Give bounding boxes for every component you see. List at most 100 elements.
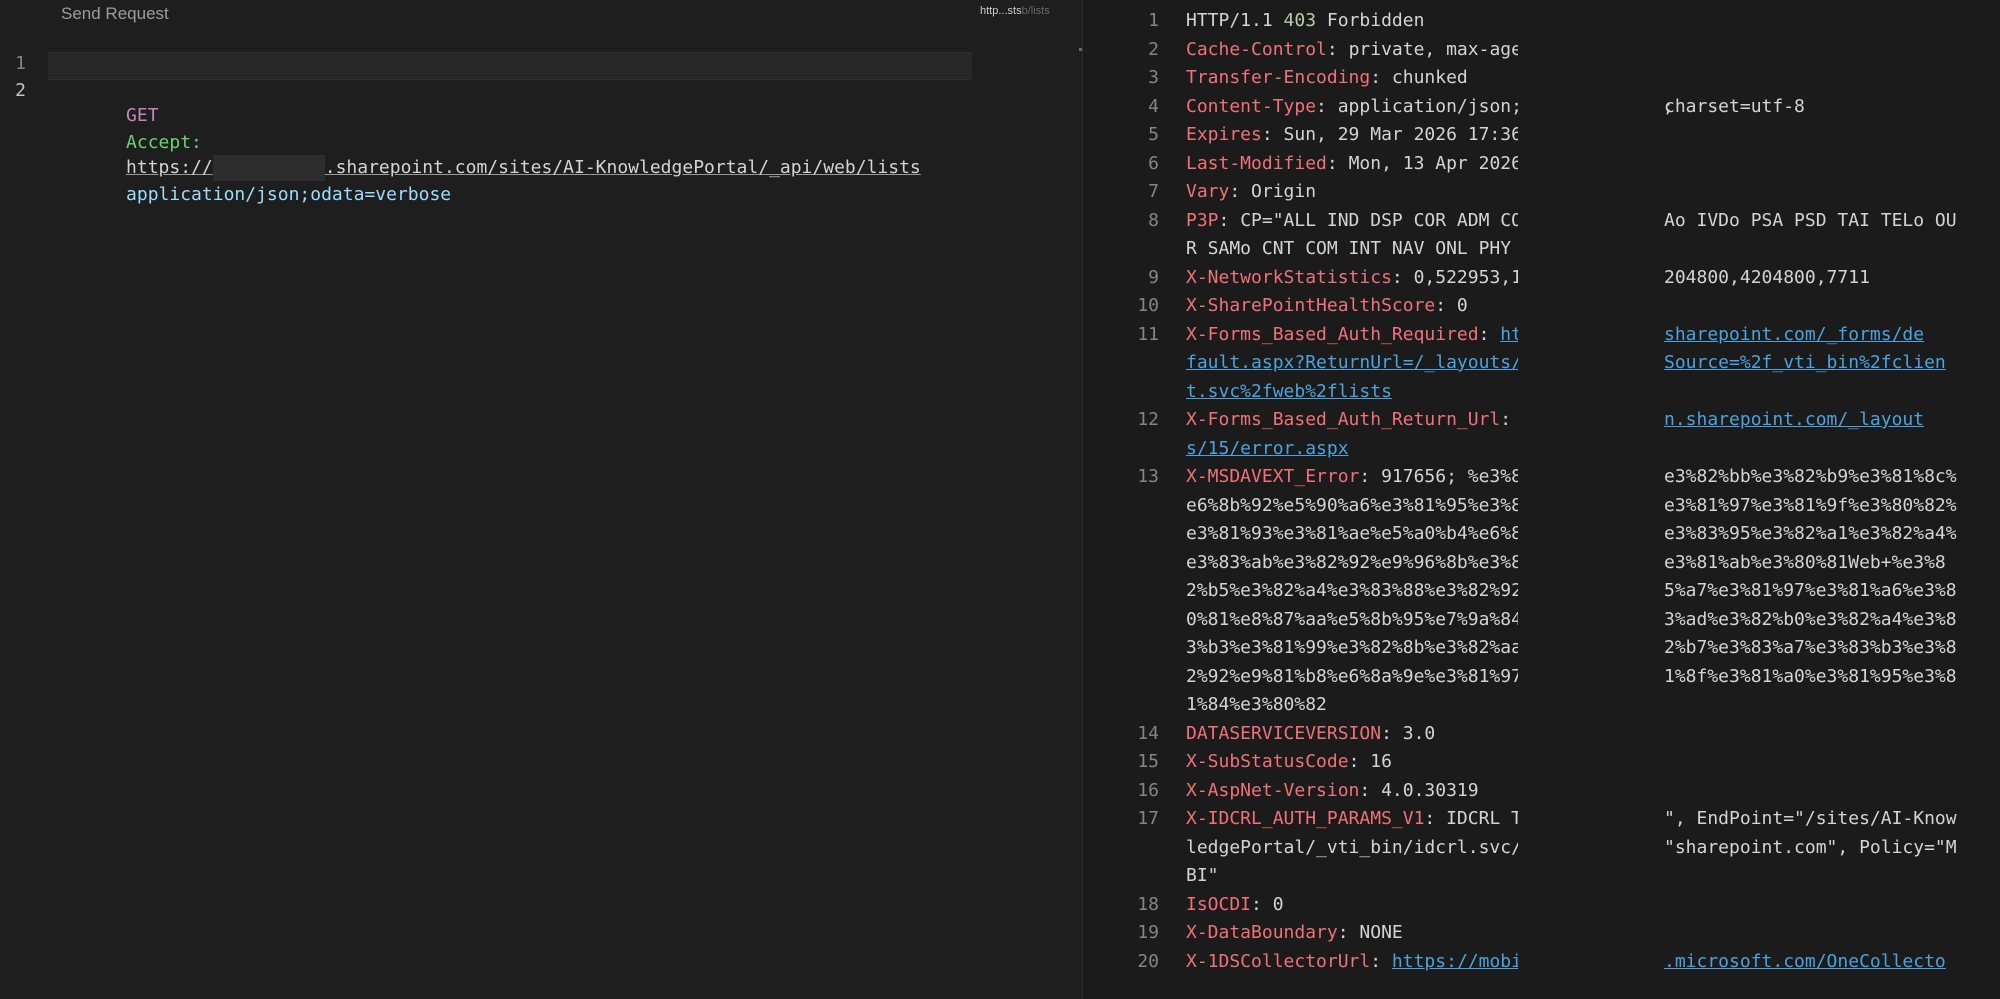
header-name: X-DataBoundary <box>1186 922 1338 943</box>
header-value: Ao IVDo PSA PSD TAI TELo OU <box>1664 209 1957 231</box>
pane-splitter[interactable] <box>1082 0 1101 999</box>
header-value: 1%84%e3%80%82 <box>1186 694 1327 715</box>
response-text: X-IDCRL_AUTH_PARAMS_V1: IDCRL Ty <box>1186 805 1533 834</box>
response-text: X-DataBoundary: NONE <box>1186 919 1403 948</box>
response-text: e3%81%93%e3%81%ae%e5%a0%b4%e6%89 <box>1186 520 1533 549</box>
response-text-right: 2%b7%e3%83%a7%e3%83%b3%e3%8 <box>1664 634 1957 663</box>
header-value: : 16 <box>1348 751 1392 772</box>
line-number: 7 <box>1148 181 1159 202</box>
header-link[interactable]: sharepoint.com/_forms/de <box>1664 324 1924 345</box>
response-text-right: e3%83%95%e3%82%a1%e3%82%a4% <box>1664 520 1957 549</box>
header-value: e3%83%95%e3%82%a1%e3%82%a4% <box>1664 523 1957 544</box>
header-value: e3%81%97%e3%81%9f%e3%80%82% <box>1664 494 1957 516</box>
line-number: 18 <box>1137 893 1159 915</box>
header-link[interactable]: https://mobi <box>1392 951 1522 972</box>
header-name: Vary <box>1186 181 1230 202</box>
response-text: DATASERVICEVERSION: 3.0 <box>1186 720 1435 749</box>
header-link[interactable]: Source=%2f_vti_bin%2fclien <box>1664 352 1946 373</box>
response-text: 3%b3%e3%81%99%e3%82%8b%e3%82%aa <box>1186 634 1522 663</box>
line-number: 8 <box>1148 209 1159 231</box>
header-name: IsOCDI <box>1186 893 1252 915</box>
request-line-2[interactable]: 2 Accept: application/json;odata=verbose <box>0 52 451 205</box>
header-name: Transfer-Encoding <box>1186 67 1371 88</box>
header-name: X-NetworkStatistics <box>1186 266 1392 288</box>
header-value: 2%92%e9%81%b8%e6%8a%9e%e3%81%97 <box>1186 665 1522 687</box>
header-name: P3P <box>1186 209 1219 231</box>
response-text-right: charset=utf-8 <box>1664 93 1805 122</box>
header-value: : 3.0 <box>1381 722 1436 744</box>
response-text-right: sharepoint.com/_forms/de <box>1664 321 1924 350</box>
line-number: 11 <box>1137 323 1159 345</box>
line-number: 13 <box>1137 466 1159 487</box>
header-value: : chunked <box>1370 67 1468 88</box>
header-value: 2%b7%e3%83%a7%e3%83%b3%e3%8 <box>1664 637 1957 658</box>
header-name: Cache-Control <box>1186 38 1327 60</box>
response-text: 2%b5%e3%82%a4%e3%83%88%e3%82%92 <box>1186 577 1522 606</box>
header-name: X-SubStatusCode <box>1186 751 1349 772</box>
line-number: 14 <box>1137 722 1159 744</box>
response-text: R SAMo CNT COM INT NAV ONL PHY PRE <box>1186 235 1554 264</box>
header-value: : IDCRL Ty <box>1424 808 1533 829</box>
header-link[interactable]: fault.aspx?ReturnUrl=/_layouts/1 <box>1186 352 1533 373</box>
header-value: e3%81%93%e3%81%ae%e5%a0%b4%e6%89 <box>1186 523 1533 544</box>
tab-title: http...sts <box>980 5 1022 17</box>
response-text-right: e3%81%97%e3%81%9f%e3%80%82% <box>1664 492 1957 521</box>
header-value: : private, max-age=0 <box>1326 38 1544 60</box>
response-text-right: Source=%2f_vti_bin%2fclien <box>1664 349 1946 378</box>
header-value: "sharepoint.com", Policy="M <box>1664 836 1957 858</box>
header-value: : Mon, 13 Apr 2026 <box>1326 152 1522 174</box>
request-line-1[interactable]: 1 GET https://.sharepoint.com/sites/AI-K… <box>0 25 921 181</box>
response-text: HTTP/1.1 403 Forbidden <box>1186 7 1424 36</box>
line-number: 10 <box>1137 295 1159 316</box>
response-text: Vary: Origin <box>1186 178 1316 207</box>
response-text-right: n.sharepoint.com/_layout <box>1664 406 1924 435</box>
line-number: 1 <box>1148 10 1159 31</box>
header-value: HTTP/1.1 <box>1186 10 1284 31</box>
response-text-right: Ao IVDo PSA PSD TAI TELo OU <box>1664 207 1957 236</box>
response-text-right: 1%8f%e3%81%a0%e3%81%95%e3%8 <box>1664 663 1957 692</box>
response-text: BI" <box>1186 862 1219 891</box>
response-text: X-Forms_Based_Auth_Return_Url: h <box>1186 406 1533 435</box>
line-number: 9 <box>1148 266 1159 288</box>
current-line-highlight <box>48 52 972 80</box>
response-text: X-SharePointHealthScore: 0 <box>1186 292 1468 321</box>
header-value: e3%82%bb%e3%82%b9%e3%81%8c% <box>1664 466 1957 487</box>
response-text: Expires: Sun, 29 Mar 2026 17:36 <box>1186 121 1522 150</box>
response-text: s/15/error.aspx <box>1186 435 1349 464</box>
request-editor-pane[interactable]: Send Request 1 GET https://.sharepoint.c… <box>0 0 1082 999</box>
line-number: 3 <box>1148 67 1159 88</box>
header-link[interactable]: s/15/error.aspx <box>1186 438 1349 459</box>
response-tab-fragment[interactable]: http...stsb/lists <box>980 5 1050 17</box>
header-name: X-AspNet-Version <box>1186 779 1360 801</box>
response-text: Transfer-Encoding: chunked <box>1186 64 1468 93</box>
response-text: X-Forms_Based_Auth_Required: htt <box>1186 321 1533 350</box>
line-number: 5 <box>1148 124 1159 145</box>
redacted-region <box>1518 0 1662 999</box>
response-text-right: ", EndPoint="/sites/AI-Know <box>1664 805 1957 834</box>
header-value: 1%8f%e3%81%a0%e3%81%95%e3%8 <box>1664 665 1957 687</box>
header-value: : 917656; %e3%81 <box>1359 466 1533 487</box>
response-text: 1%84%e3%80%82 <box>1186 691 1327 720</box>
response-text: Last-Modified: Mon, 13 Apr 2026 <box>1186 150 1522 179</box>
send-request-codelens[interactable]: Send Request <box>61 4 169 24</box>
line-number: 20 <box>1137 950 1159 972</box>
header-value: : <box>1370 950 1392 972</box>
header-link[interactable]: t.svc%2fweb%2flists <box>1186 381 1392 402</box>
line-number: 17 <box>1137 808 1159 829</box>
response-text: t.svc%2fweb%2flists <box>1186 378 1392 407</box>
header-value: BI" <box>1186 865 1219 886</box>
response-text-right: 3%ad%e3%82%b0%e3%82%a4%e3%8 <box>1664 606 1957 635</box>
header-value: 403 <box>1283 10 1317 31</box>
header-link[interactable]: n.sharepoint.com/_layout <box>1664 409 1924 430</box>
header-value: 204800,4204800,7711 <box>1664 266 1870 288</box>
response-pane[interactable]: 1 HTTP/1.1 403 Forbidden 2 Cache-Control: p… <box>1100 0 2000 999</box>
header-link[interactable]: .microsoft.com/OneCollecto <box>1664 951 1946 972</box>
response-text-right: .microsoft.com/OneCollecto <box>1664 948 1946 977</box>
header-name: Last-Modified <box>1186 152 1327 174</box>
header-value: 3%ad%e3%82%b0%e3%82%a4%e3%8 <box>1664 608 1957 630</box>
header-value: ledgePortal/_vti_bin/idcrl.svc/ <box>1186 836 1522 858</box>
line-number: 15 <box>1137 751 1159 772</box>
tab-path: b/lists <box>1021 5 1050 17</box>
line-number: 19 <box>1137 922 1159 943</box>
response-text: Cache-Control: private, max-age=0 <box>1186 36 1544 65</box>
